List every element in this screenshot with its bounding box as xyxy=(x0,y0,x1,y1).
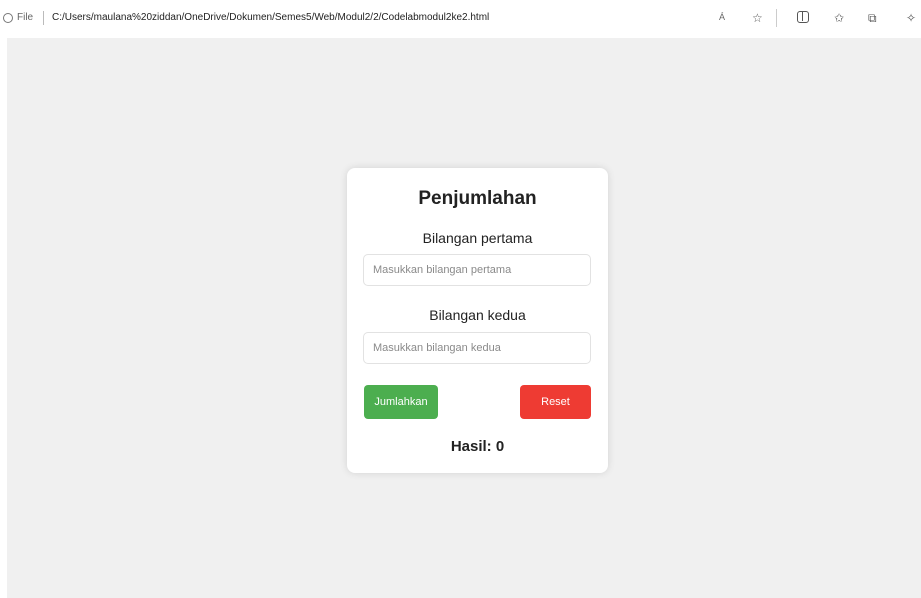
collections-icon[interactable]: ⧉ xyxy=(868,10,877,26)
toolbar-divider xyxy=(776,9,777,27)
second-number-input[interactable] xyxy=(363,332,591,364)
browser-toolbar: File C:/Users/maulana%20ziddan/OneDrive/… xyxy=(0,0,921,38)
result-label: Hasil: xyxy=(450,438,492,455)
result-display: Hasil: 0 xyxy=(347,438,608,455)
first-number-label: Bilangan pertama xyxy=(422,230,533,246)
split-screen-icon[interactable] xyxy=(797,11,809,23)
url-protocol: File xyxy=(17,12,34,23)
reset-button[interactable]: Reset xyxy=(520,385,591,419)
first-number-input[interactable] xyxy=(363,254,591,286)
address-separator xyxy=(43,11,44,25)
sum-calculator-card: Penjumlahan Bilangan pertama Bilangan ke… xyxy=(347,168,608,473)
extensions-icon[interactable]: ✧ xyxy=(906,10,916,26)
window-frame xyxy=(0,38,7,598)
page-title: Penjumlahan xyxy=(418,188,537,209)
add-button[interactable]: Jumlahkan xyxy=(364,385,438,419)
address-bar-url[interactable]: C:/Users/maulana%20ziddan/OneDrive/Dokum… xyxy=(52,12,489,23)
favorites-icon[interactable]: ✩ xyxy=(834,10,844,26)
favorite-star-icon[interactable]: ☆ xyxy=(752,10,763,26)
read-aloud-button[interactable]: Á xyxy=(719,12,725,22)
second-number-label: Bilangan kedua xyxy=(429,307,526,323)
info-icon[interactable] xyxy=(3,13,13,23)
result-value: 0 xyxy=(495,438,505,455)
